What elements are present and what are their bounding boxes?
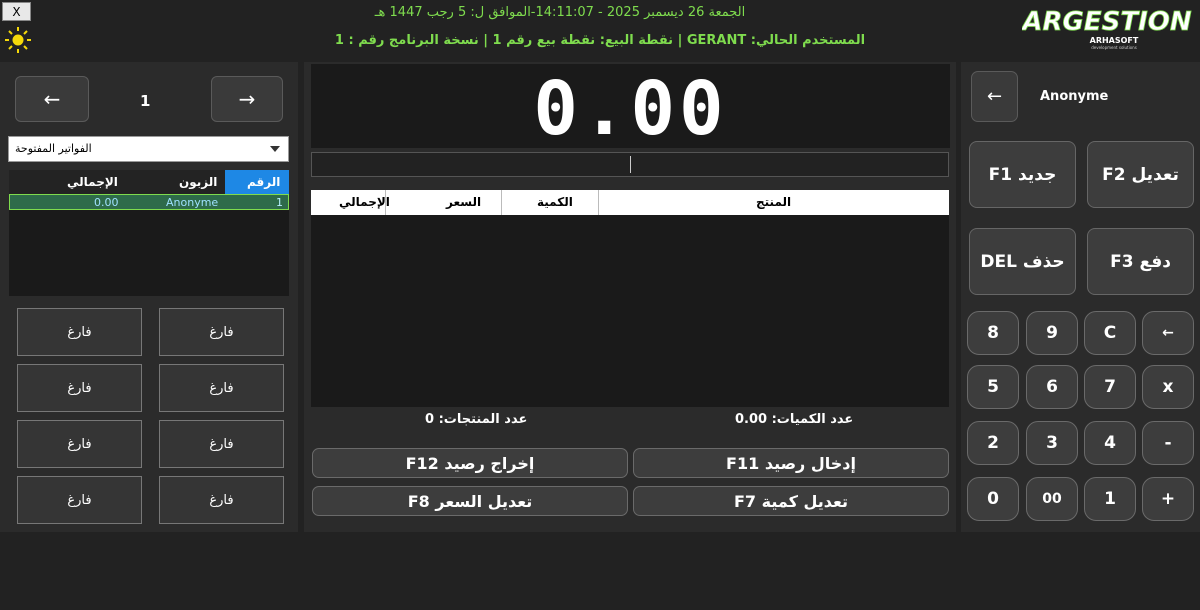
- key-4[interactable]: 4: [1084, 421, 1136, 465]
- empty-slot-6[interactable]: فارغ: [17, 420, 142, 468]
- invoice-number: 1: [140, 92, 151, 110]
- key-7[interactable]: 7: [1084, 365, 1136, 409]
- balance-out-button[interactable]: إخراج رصيد F12: [312, 448, 628, 478]
- key-minus[interactable]: -: [1142, 421, 1194, 465]
- key-3[interactable]: 3: [1026, 421, 1078, 465]
- key-2[interactable]: 2: [967, 421, 1019, 465]
- barcode-input[interactable]: [311, 152, 949, 177]
- row-customer: Anonyme: [166, 196, 219, 209]
- prev-invoice-button[interactable]: ←: [15, 76, 89, 122]
- empty-slot-1[interactable]: فارغ: [159, 308, 284, 356]
- header-cell-total[interactable]: الإجمالي: [67, 175, 118, 189]
- svg-text:development solutions: development solutions: [1091, 45, 1137, 50]
- delete-del-button[interactable]: حذف DEL: [969, 228, 1076, 295]
- new-f1-button[interactable]: جديد F1: [969, 141, 1076, 208]
- col-total[interactable]: الإجمالي: [339, 195, 390, 209]
- products-table-header: المنتج الكمية السعر الإجمالي: [311, 190, 949, 215]
- svg-text:ARGESTION: ARGESTION: [1022, 7, 1192, 37]
- col-product[interactable]: المنتج: [756, 195, 791, 209]
- table-row[interactable]: 1 Anonyme 0.00: [9, 194, 289, 210]
- empty-slot-4[interactable]: فارغ: [17, 364, 142, 412]
- col-quantity[interactable]: الكمية: [537, 195, 573, 209]
- key-plus[interactable]: +: [1142, 477, 1194, 521]
- datetime-text: الجمعة 26 ديسمبر 2025 - 14:11:07-الموافق…: [374, 5, 746, 20]
- key-5[interactable]: 5: [967, 365, 1019, 409]
- key-backspace[interactable]: ←: [1142, 311, 1194, 355]
- next-invoice-button[interactable]: →: [211, 76, 283, 122]
- chevron-down-icon: [270, 146, 280, 152]
- key-6[interactable]: 6: [1026, 365, 1078, 409]
- back-button[interactable]: ←: [971, 71, 1018, 122]
- key-clear[interactable]: C: [1084, 311, 1136, 355]
- row-number: 1: [276, 196, 283, 209]
- invoice-filter-select[interactable]: الفواتير المفتوحة: [8, 136, 289, 162]
- empty-slot-2[interactable]: فارغ: [17, 308, 142, 356]
- key-00[interactable]: 00: [1026, 477, 1078, 521]
- empty-slot-7[interactable]: فارغ: [159, 476, 284, 524]
- customer-name[interactable]: Anonyme: [1040, 89, 1108, 104]
- row-total: 0.00: [94, 196, 119, 209]
- empty-slot-3[interactable]: فارغ: [159, 364, 284, 412]
- products-count: عدد المنتجات: 0: [425, 412, 528, 427]
- pay-f3-button[interactable]: دفع F3: [1087, 228, 1194, 295]
- key-1[interactable]: 1: [1084, 477, 1136, 521]
- edit-price-button[interactable]: تعديل السعر F8: [312, 486, 628, 516]
- close-button[interactable]: X: [2, 2, 31, 21]
- total-amount: 0.00: [533, 66, 728, 152]
- key-8[interactable]: 8: [967, 311, 1019, 355]
- empty-slot-5[interactable]: فارغ: [159, 420, 284, 468]
- products-table: المنتج الكمية السعر الإجمالي: [311, 190, 949, 407]
- balance-in-button[interactable]: إدخال رصيد F11: [633, 448, 949, 478]
- empty-slot-8[interactable]: فارغ: [17, 476, 142, 524]
- text-cursor: [630, 156, 631, 173]
- svg-text:ARHASOFT: ARHASOFT: [1090, 36, 1139, 45]
- key-0[interactable]: 0: [967, 477, 1019, 521]
- theme-toggle-icon[interactable]: [4, 26, 32, 54]
- edit-f2-button[interactable]: تعديل F2: [1087, 141, 1194, 208]
- key-multiply[interactable]: x: [1142, 365, 1194, 409]
- total-display: 0.00: [311, 64, 950, 152]
- quantities-count: عدد الكميات: 0.00: [735, 412, 854, 427]
- select-value: الفواتير المفتوحة: [15, 142, 92, 155]
- status-text: المستخدم الحالي: GERANT | نقطة البيع: نق…: [334, 33, 866, 48]
- col-price[interactable]: السعر: [446, 195, 481, 209]
- header-cell-customer[interactable]: الزبون: [179, 175, 217, 189]
- brand-logo: ARGESTION ARHASOFT development solutions: [1020, 6, 1192, 50]
- key-9[interactable]: 9: [1026, 311, 1078, 355]
- header-cell-number[interactable]: الرقم: [247, 175, 280, 189]
- invoices-table: الرقم الزبون الإجمالي 1 Anonyme 0.00: [9, 170, 289, 296]
- edit-quantity-button[interactable]: تعديل كمية F7: [633, 486, 949, 516]
